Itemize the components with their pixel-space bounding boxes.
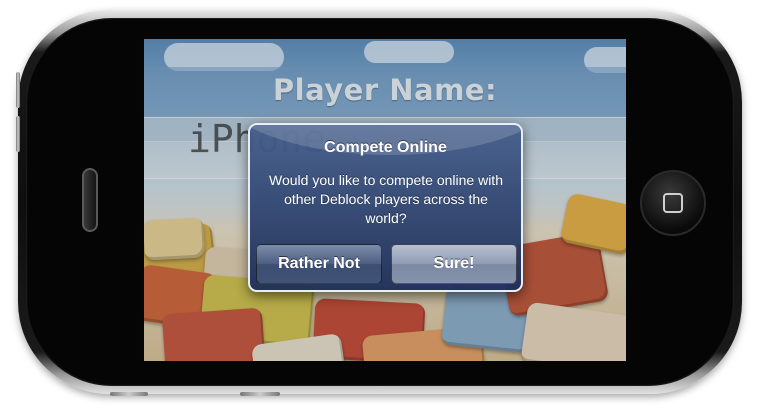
alert-message: Would you like to compete online with ot… [269,172,503,226]
rounded-square-icon [663,193,683,213]
volume-button [16,72,20,108]
sure-button[interactable]: Sure! [391,244,517,284]
power-button [110,392,148,396]
earpiece-speaker [82,168,98,232]
alert-title: Compete Online [324,139,447,156]
home-button[interactable] [640,170,706,236]
mute-switch [240,392,280,396]
compete-online-alert: Compete Online Would you like to compete… [248,123,523,292]
rather-not-button[interactable]: Rather Not [256,244,382,284]
volume-button-down [16,116,20,152]
